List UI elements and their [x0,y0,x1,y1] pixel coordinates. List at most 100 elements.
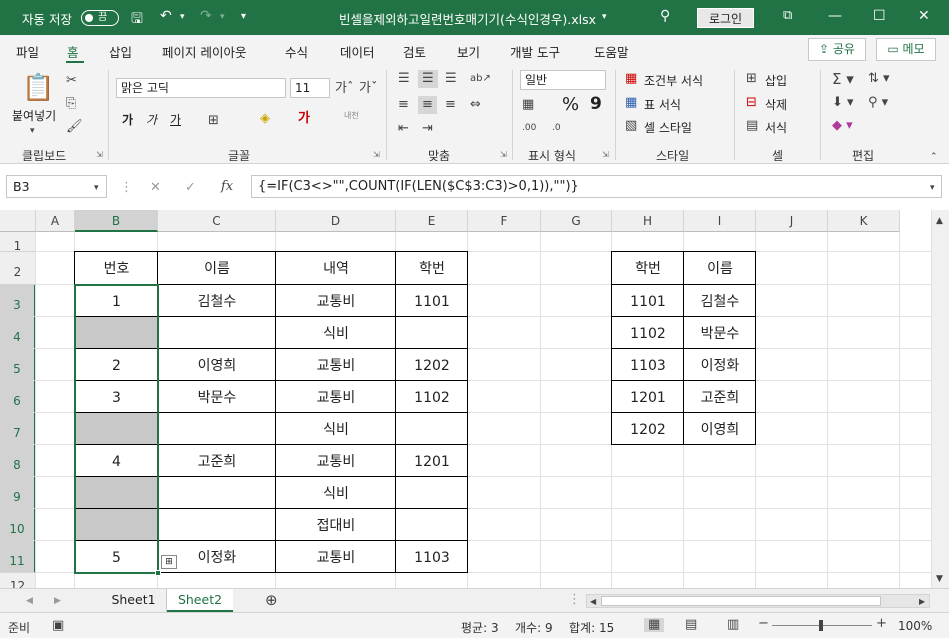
align-left-icon[interactable]: ≡ [398,98,409,112]
login-button[interactable]: 로그인 [697,8,754,28]
font-launcher-icon[interactable]: ⇲ [373,150,380,159]
align-bottom-icon[interactable]: ☰ [445,72,457,86]
table2-cell[interactable]: 1201 [612,381,684,413]
column-header-j[interactable]: J [756,210,828,232]
customize-qat-icon[interactable]: ▾ [241,11,246,22]
insert-function-icon[interactable]: fx [221,180,233,194]
scroll-left-icon[interactable]: ◀ [590,595,596,609]
table1-cell[interactable]: 고준희 [158,445,276,477]
column-header-i[interactable]: I [684,210,756,232]
decrease-font-icon[interactable]: 가ˇ [359,82,377,96]
name-box-dropdown-icon[interactable]: ▾ [94,181,99,195]
underline-button[interactable]: 가 [170,111,181,128]
enter-icon[interactable]: ✓ [185,181,196,195]
row-header-8[interactable]: 8 [0,445,36,477]
row-header-6[interactable]: 6 [0,381,36,413]
increase-indent-icon[interactable]: ⇥ [422,122,433,136]
insert-cells-button[interactable]: 삽입 [765,72,787,89]
table1-cell[interactable]: 김철수 [158,285,276,317]
orientation-icon[interactable]: ab↗ [470,72,491,86]
table1-cell[interactable] [396,317,468,349]
column-header-h[interactable]: H [612,210,684,232]
table1-header-cell[interactable]: 이름 [158,252,276,285]
save-icon[interactable]: 🖫 [131,8,143,32]
tab-view[interactable]: 보기 [457,42,480,61]
table2-cell[interactable]: 이정화 [684,349,756,381]
clipboard-launcher-icon[interactable]: ⇲ [96,150,103,159]
formula-input[interactable]: {=IF(C3<>"",COUNT(IF(LEN($C$3:C3)>0,1)),… [251,175,942,198]
table2-cell[interactable]: 김철수 [684,285,756,317]
table1-cell[interactable] [396,509,468,541]
tab-formulas[interactable]: 수식 [285,42,308,61]
align-right-icon[interactable]: ≡ [445,98,456,112]
table1-cell[interactable]: 식비 [276,477,396,509]
column-header-c[interactable]: C [158,210,276,232]
table1-header-cell[interactable]: 학번 [396,252,468,285]
paste-dropdown-icon[interactable]: ▾ [30,124,35,138]
row-header-1[interactable]: 1 [0,232,36,253]
zoom-out-icon[interactable]: − [758,617,769,631]
table1-cell[interactable]: 교통비 [276,381,396,413]
prev-sheet-icon[interactable]: ◀ [26,594,33,608]
accessibility-icon[interactable]: ▣ [52,619,64,633]
table1-cell[interactable] [158,413,276,445]
minimize-icon[interactable]: — [828,8,842,24]
quick-analysis-icon[interactable]: ⊞ [161,555,177,569]
delete-cells-button[interactable]: 삭제 [765,96,787,113]
accounting-icon[interactable]: ▦ [522,98,534,112]
alignment-launcher-icon[interactable]: ⇲ [500,150,507,159]
column-header-a[interactable]: A [36,210,75,232]
column-header-k[interactable]: K [828,210,900,232]
decrease-indent-icon[interactable]: ⇤ [398,122,409,136]
table2-cell[interactable]: 1202 [612,413,684,445]
table1-cell[interactable]: 1103 [396,541,468,573]
row-header-5[interactable]: 5 [0,349,36,381]
scroll-right-icon[interactable]: ▶ [919,595,925,609]
find-select-icon[interactable]: ⚲ ▾ [868,96,888,110]
format-table-button[interactable]: 표 서식 [644,96,681,113]
row-header-2[interactable]: 2 [0,252,36,285]
comma-button[interactable]: 9 [590,94,602,114]
table1-cell[interactable]: 박문수 [158,381,276,413]
sheet-tab-sheet2[interactable]: Sheet2 [167,589,233,612]
name-box[interactable]: B3 [6,175,107,198]
column-header-b[interactable]: B [75,210,158,232]
zoom-level[interactable]: 100% [898,619,932,633]
table2-cell[interactable]: 고준희 [684,381,756,413]
horizontal-scroll-thumb[interactable] [601,596,881,606]
vertical-scrollbar[interactable]: ▲ ▼ [931,210,949,588]
tab-home[interactable]: 홈 [67,42,79,61]
tab-help[interactable]: 도움말 [594,42,629,61]
column-header-d[interactable]: D [276,210,396,232]
cancel-icon[interactable]: ✕ [150,181,161,195]
tab-review[interactable]: 검토 [403,42,426,61]
increase-font-icon[interactable]: 가ˆ [335,82,353,96]
font-name-select[interactable]: 맑은 고딕 [116,78,286,98]
normal-view-icon[interactable]: ▦ [644,618,665,632]
row-header-7[interactable]: 7 [0,413,36,445]
page-break-view-icon[interactable]: ▥ [727,618,739,632]
zoom-slider-thumb[interactable] [819,620,823,631]
scroll-up-icon[interactable]: ▲ [936,214,943,228]
number-launcher-icon[interactable]: ⇲ [602,150,609,159]
align-middle-icon[interactable]: ☰ [418,70,438,88]
close-icon[interactable]: ✕ [918,8,930,24]
sheet-tab-sheet1[interactable]: Sheet1 [101,589,167,612]
conditional-format-button[interactable]: 조건부 서식 [644,72,703,89]
table1-cell[interactable] [158,477,276,509]
table2-cell[interactable]: 1103 [612,349,684,381]
table2-header-cell[interactable]: 학번 [612,252,684,285]
font-size-select[interactable]: 11 [290,78,330,98]
scroll-down-icon[interactable]: ▼ [936,572,943,586]
tab-page-layout[interactable]: 페이지 레이아웃 [162,42,246,61]
share-button[interactable]: ⇪ 공유 [808,38,866,61]
autosum-icon[interactable]: Σ ▾ [832,72,854,87]
row-header-9[interactable]: 9 [0,477,36,509]
copy-icon[interactable]: ⎘ [66,97,76,111]
maximize-icon[interactable]: ☐ [873,8,886,24]
align-center-icon[interactable]: ≡ [418,96,437,114]
table2-cell[interactable]: 이영희 [684,413,756,445]
decrease-decimal-icon[interactable]: .0 [552,121,561,135]
table1-cell[interactable]: 교통비 [276,541,396,573]
search-icon[interactable]: ⚲ [660,8,670,24]
